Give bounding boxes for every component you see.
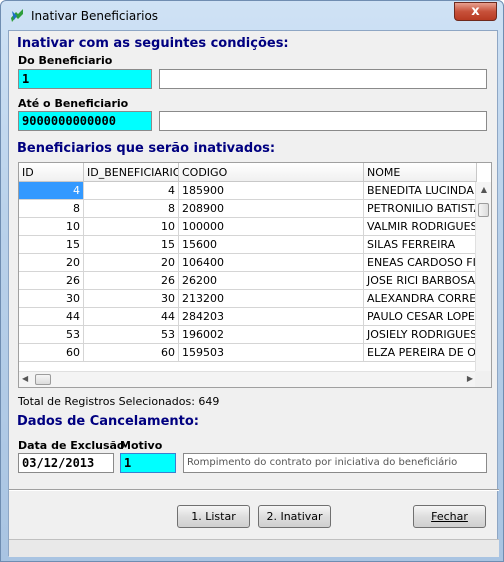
table-row[interactable]: 30 30 213200 ALEXANDRA CORREA xyxy=(19,290,477,308)
grid-body: 4 4 185900 BENEDITA LUCINDA G 8 8 208900 PETRON… xyxy=(19,182,477,362)
to-beneficiary-name-field[interactable] xyxy=(159,111,487,131)
cancel-heading: Dados de Cancelamento: xyxy=(17,414,199,429)
cell-nome[interactable]: ENEAS CARDOSO FILH xyxy=(364,254,477,272)
cell-nome[interactable]: ELZA PEREIRA DE OLI xyxy=(364,344,477,362)
cell-nome[interactable]: PETRONILIO BATISTA xyxy=(364,200,477,218)
cell-codigo[interactable]: 26200 xyxy=(179,272,364,290)
reason-label: Motivo xyxy=(120,439,163,452)
cell-nome[interactable]: ALEXANDRA CORREA xyxy=(364,290,477,308)
status-bar xyxy=(9,539,499,557)
table-row[interactable]: 1010100000VALMIR RODRIGUES N xyxy=(19,218,477,236)
cell-id[interactable]: 53 xyxy=(19,326,84,344)
cell-id-beneficiario[interactable]: 60 xyxy=(84,344,179,362)
reason-description-field: Rompimento do contrato por iniciativa do… xyxy=(183,453,487,473)
cell-codigo[interactable]: 100000 xyxy=(179,218,364,236)
vertical-scrollbar[interactable]: ▲ xyxy=(475,182,491,371)
cell-codigo[interactable]: 213200 xyxy=(179,290,364,308)
cell-nome[interactable]: PAULO CESAR LOPES xyxy=(364,308,477,326)
cell-nome[interactable]: BENEDITA LUCINDA G xyxy=(364,182,477,200)
horizontal-scrollbar[interactable]: ◀ ▶ xyxy=(19,371,477,387)
cell-id-beneficiario[interactable]: 44 xyxy=(84,308,179,326)
beneficiaries-grid[interactable]: ID ID_BENEFICIARIO CODIGO NOME 4 4 185900 B… xyxy=(18,162,492,388)
dialog-window: Inativar Beneficiarios x Inativar com as… xyxy=(0,0,504,562)
scroll-up-arrow-icon[interactable]: ▲ xyxy=(476,185,491,197)
cell-codigo[interactable]: 159503 xyxy=(179,344,364,362)
cell-codigo[interactable]: 196002 xyxy=(179,326,364,344)
horizontal-scroll-thumb[interactable] xyxy=(35,374,51,385)
cell-id-beneficiario[interactable]: 53 xyxy=(84,326,179,344)
cell-id-beneficiario[interactable]: 26 xyxy=(84,272,179,290)
cell-codigo[interactable]: 15600 xyxy=(179,236,364,254)
from-beneficiary-name-field[interactable] xyxy=(159,69,487,89)
cell-id-beneficiario[interactable]: 20 xyxy=(84,254,179,272)
total-records-text: Total de Registros Selecionados: 649 xyxy=(18,395,220,408)
window-title: Inativar Beneficiarios xyxy=(31,9,159,23)
list-heading: Beneficiarios que serão inativados: xyxy=(17,141,276,156)
column-header-id-beneficiario[interactable]: ID_BENEFICIARIO xyxy=(84,163,179,182)
column-header-codigo[interactable]: CODIGO xyxy=(179,163,364,182)
cell-id[interactable]: 26 xyxy=(19,272,84,290)
reason-code-input[interactable]: 1 xyxy=(120,453,176,473)
list-button[interactable]: 1. Listar xyxy=(177,505,250,528)
column-header-id[interactable]: ID xyxy=(19,163,84,182)
grid-header: ID ID_BENEFICIARIO CODIGO NOME xyxy=(19,163,477,182)
cell-id-beneficiario[interactable]: 10 xyxy=(84,218,179,236)
app-icon xyxy=(11,9,23,22)
table-row[interactable]: 60 60 159503 ELZA PEREIRA DE OLI xyxy=(19,344,477,362)
cell-codigo[interactable]: 106400 xyxy=(179,254,364,272)
from-beneficiary-input[interactable]: 1 xyxy=(18,69,152,89)
cell-id[interactable]: 10 xyxy=(19,218,84,236)
cell-id-beneficiario[interactable]: 8 xyxy=(84,200,179,218)
close-button-label: Fechar xyxy=(431,510,468,523)
close-window-button[interactable]: x xyxy=(454,2,497,21)
cell-nome[interactable]: JOSE RICI BARBOSA xyxy=(364,272,477,290)
cell-id[interactable]: 20 xyxy=(19,254,84,272)
separator xyxy=(9,489,499,491)
table-row[interactable]: 2020106400ENEAS CARDOSO FILH xyxy=(19,254,477,272)
scroll-left-arrow-icon[interactable]: ◀ xyxy=(22,374,28,383)
table-row[interactable]: 8 8 208900 PETRONILIO BATISTA xyxy=(19,200,477,218)
cell-codigo[interactable]: 185900 xyxy=(179,182,364,200)
to-beneficiary-input[interactable]: 9000000000000 xyxy=(18,111,152,131)
cell-id[interactable]: 60 xyxy=(19,344,84,362)
cell-nome[interactable]: SILAS FERREIRA xyxy=(364,236,477,254)
cell-codigo[interactable]: 284203 xyxy=(179,308,364,326)
filter-heading: Inativar com as seguintes condições: xyxy=(17,36,289,51)
scroll-corner xyxy=(475,371,491,387)
cell-id[interactable]: 30 xyxy=(19,290,84,308)
table-row[interactable]: 44 44 284203 PAULO CESAR LOPES xyxy=(19,308,477,326)
cell-id[interactable]: 44 xyxy=(19,308,84,326)
table-row[interactable]: 26 26 26200 JOSE RICI BARBOSA xyxy=(19,272,477,290)
title-bar[interactable]: Inativar Beneficiarios x xyxy=(1,1,503,31)
from-beneficiary-label: Do Beneficiario xyxy=(18,54,113,67)
exclusion-date-input[interactable]: 03/12/2013 xyxy=(18,453,114,473)
close-button[interactable]: Fechar xyxy=(413,505,486,528)
cell-nome[interactable]: JOSIELY RODRIGUES xyxy=(364,326,477,344)
cell-id[interactable]: 4 xyxy=(19,182,84,200)
cell-nome[interactable]: VALMIR RODRIGUES N xyxy=(364,218,477,236)
table-row[interactable]: 53 53 196002 JOSIELY RODRIGUES xyxy=(19,326,477,344)
cell-codigo[interactable]: 208900 xyxy=(179,200,364,218)
column-header-nome[interactable]: NOME xyxy=(364,163,477,182)
table-row[interactable]: 15 15 15600 SILAS FERREIRA xyxy=(19,236,477,254)
to-beneficiary-label: Até o Beneficiario xyxy=(18,97,129,110)
exclusion-date-label: Data de Exclusão xyxy=(18,439,125,452)
table-row[interactable]: 4 4 185900 BENEDITA LUCINDA G xyxy=(19,182,477,200)
cell-id-beneficiario[interactable]: 30 xyxy=(84,290,179,308)
cell-id-beneficiario[interactable]: 15 xyxy=(84,236,179,254)
vertical-scroll-thumb[interactable] xyxy=(478,203,489,217)
cell-id[interactable]: 8 xyxy=(19,200,84,218)
cell-id[interactable]: 15 xyxy=(19,236,84,254)
dialog-client: Inativar com as seguintes condições: Do … xyxy=(8,30,499,557)
cell-id-beneficiario[interactable]: 4 xyxy=(84,182,179,200)
inactivate-button[interactable]: 2. Inativar xyxy=(258,505,331,528)
scroll-right-arrow-icon[interactable]: ▶ xyxy=(467,374,473,383)
